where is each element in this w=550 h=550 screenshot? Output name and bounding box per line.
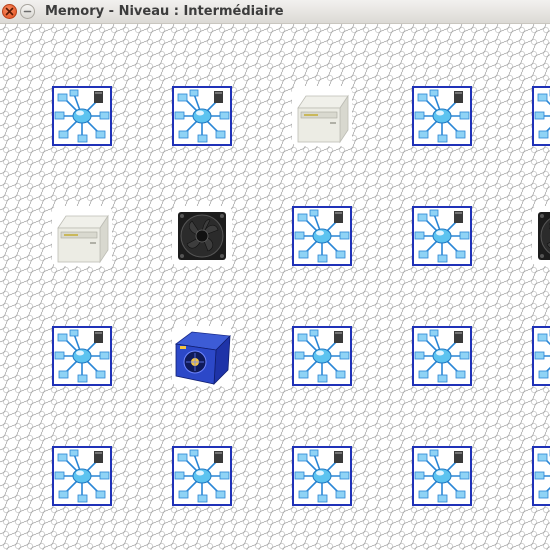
card-face-down[interactable] — [292, 206, 352, 266]
card-face-down[interactable] — [52, 86, 112, 146]
card-cooling-fan[interactable] — [532, 206, 550, 266]
card-face-down[interactable] — [292, 446, 352, 506]
memory-game-window: Memory - Niveau : Intermédiaire — [0, 0, 550, 550]
card-face-down[interactable] — [52, 446, 112, 506]
card-face-down[interactable] — [292, 326, 352, 386]
minimize-icon — [23, 10, 32, 13]
card-face-down[interactable] — [532, 446, 550, 506]
card-face-down[interactable] — [412, 86, 472, 146]
title-bar[interactable]: Memory - Niveau : Intermédiaire — [0, 0, 550, 24]
card-face-down[interactable] — [412, 446, 472, 506]
close-icon — [5, 7, 14, 16]
card-face-down[interactable] — [532, 326, 550, 386]
card-face-down[interactable] — [172, 446, 232, 506]
card-face-down[interactable] — [52, 326, 112, 386]
card-optical-drive[interactable] — [52, 206, 112, 266]
card-face-down[interactable] — [172, 86, 232, 146]
window-title: Memory - Niveau : Intermédiaire — [45, 4, 284, 19]
close-button[interactable] — [2, 4, 17, 19]
card-cooling-fan[interactable] — [172, 206, 232, 266]
card-optical-drive[interactable] — [292, 86, 352, 146]
game-board — [0, 24, 550, 550]
minimize-button[interactable] — [20, 4, 35, 19]
card-face-down[interactable] — [532, 86, 550, 146]
card-face-down[interactable] — [412, 326, 472, 386]
card-power-supply[interactable] — [172, 326, 232, 386]
card-face-down[interactable] — [412, 206, 472, 266]
